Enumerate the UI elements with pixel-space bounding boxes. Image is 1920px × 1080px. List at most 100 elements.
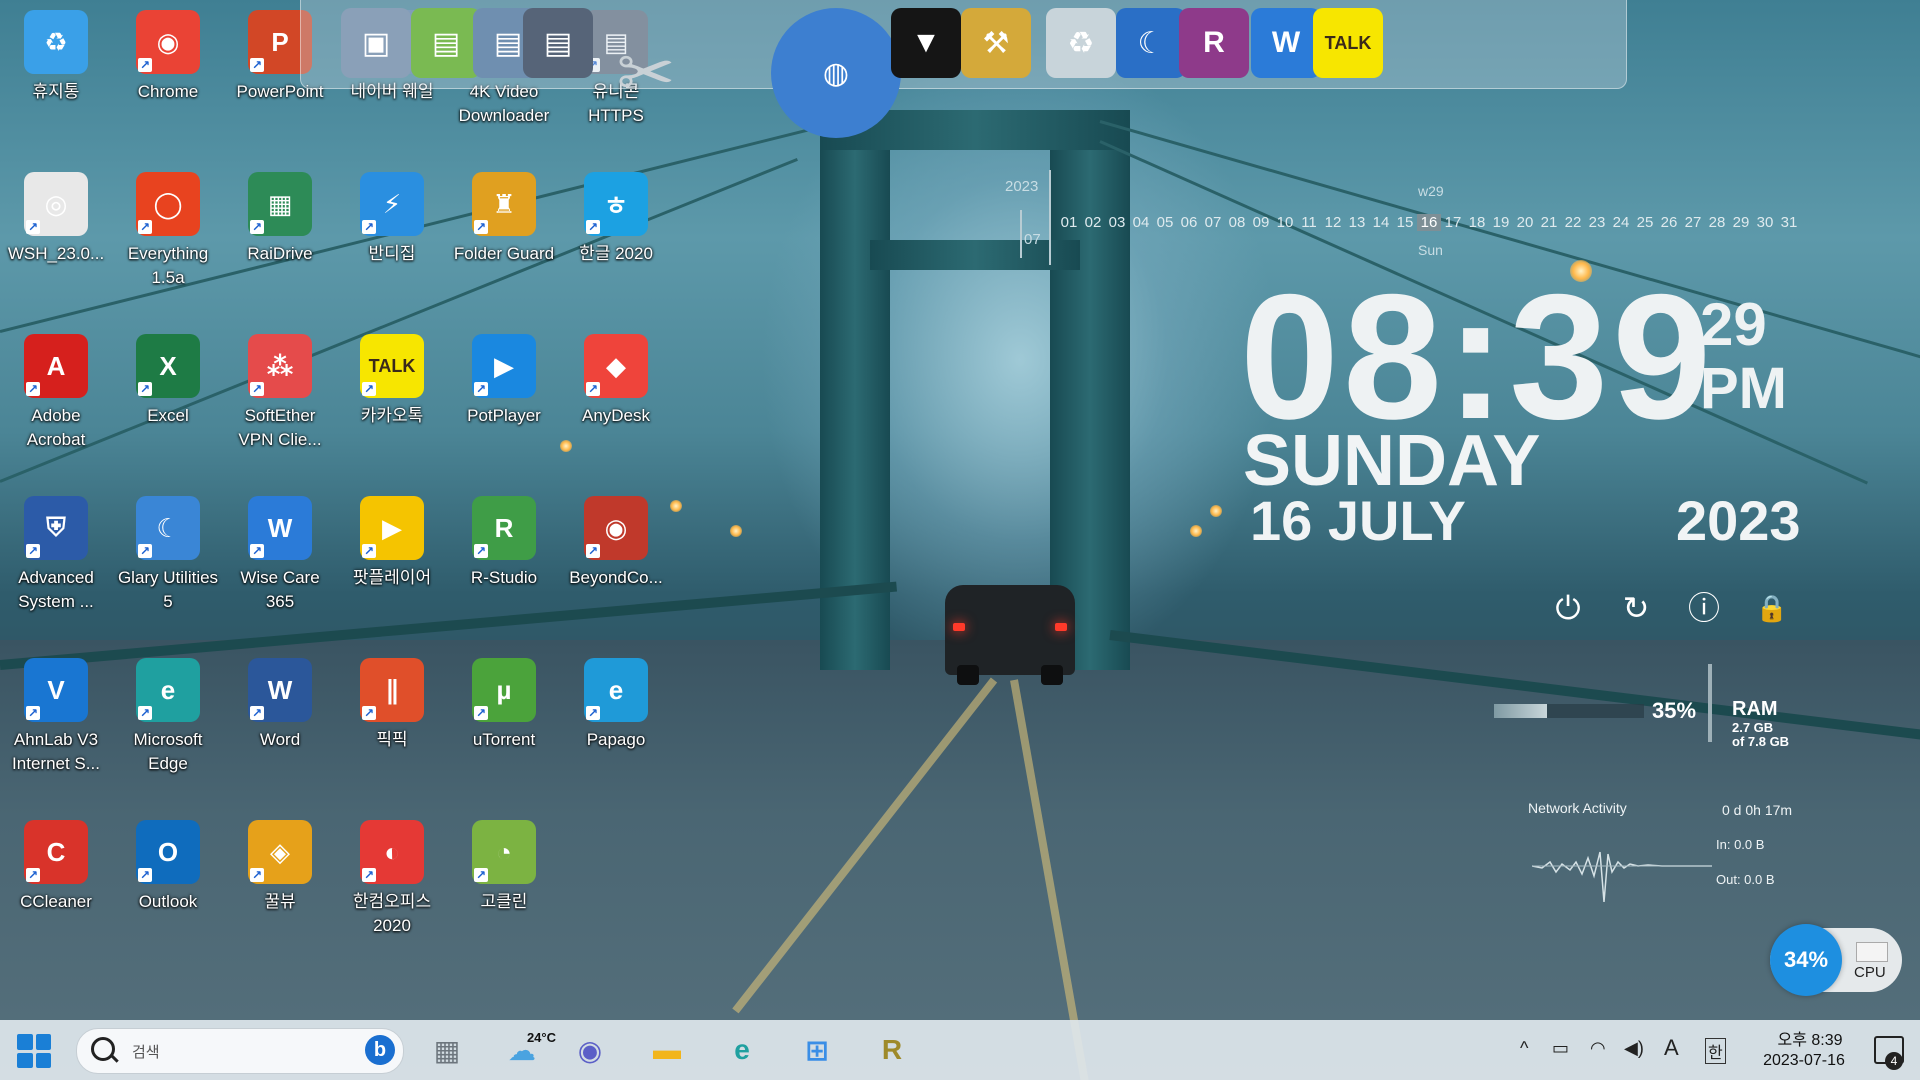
desktop-icon[interactable]: A ↗ Adobe Acrobat	[4, 328, 108, 452]
desktop-icon[interactable]: C ↗ CCleaner	[4, 814, 108, 914]
ram-percent: 35%	[1652, 698, 1697, 723]
taskbar-file-explorer-icon[interactable]: ▬	[645, 1030, 689, 1070]
clock-ampm: PM	[1700, 356, 1787, 421]
desktop-icon[interactable]: µ ↗ uTorrent	[452, 652, 556, 752]
calendar-day: 31	[1780, 214, 1798, 231]
desktop-icon[interactable]: R ↗ R-Studio	[452, 490, 556, 590]
raidrive-icon: ▦ ↗	[248, 172, 312, 236]
desktop-icon[interactable]: ◉ ↗ BeyondCo...	[564, 490, 668, 590]
battery-icon[interactable]: ▭	[1552, 1038, 1569, 1059]
wifi-icon[interactable]: ◠	[1590, 1038, 1606, 1059]
dock-hammer-tools-icon[interactable]: ⚒	[961, 8, 1031, 78]
desktop-icon[interactable]: W ↗ Word	[228, 652, 332, 752]
power-icon[interactable]: ⏻	[1548, 588, 1588, 628]
taskbar-edge-icon[interactable]: e	[720, 1030, 764, 1070]
anydesk-icon: ◆ ↗	[584, 334, 648, 398]
desktop-icon[interactable]: ◎ ↗ WSH_23.0...	[4, 166, 108, 266]
desktop-icon[interactable]: W ↗ Wise Care 365	[228, 490, 332, 614]
search-icon	[91, 1037, 115, 1061]
desktop-icon[interactable]: ⛨ ↗ Advanced System ...	[4, 490, 108, 614]
desktop-icon[interactable]: ◯ ↗ Everything 1.5a	[116, 166, 220, 290]
desktop-icon[interactable]: ◆ ↗ AnyDesk	[564, 328, 668, 428]
volume-icon[interactable]: ◀)	[1624, 1038, 1644, 1059]
taskbar-rar-archive-icon[interactable]: R	[870, 1030, 914, 1070]
desktop-icon[interactable]: ▶ ↗ 팟플레이어	[340, 490, 444, 590]
ram-divider	[1708, 664, 1712, 742]
kakaotalk-icon: TALK ↗	[360, 334, 424, 398]
dock-glary-utilities-icon[interactable]: ☾	[1116, 8, 1186, 78]
desktop-icon[interactable]: ♜ ↗ Folder Guard	[452, 166, 556, 266]
desktop-icon[interactable]: ▦ ↗ RaiDrive	[228, 166, 332, 266]
dock-tshirt-icon[interactable]: ▼	[891, 8, 961, 78]
taskbar-task-view-icon[interactable]: ▦	[425, 1030, 469, 1070]
taskbar-microsoft-store-icon[interactable]: ⊞	[795, 1030, 839, 1070]
calendar-day: 02	[1084, 214, 1102, 231]
desktop-icon-label: 휴지통	[32, 82, 80, 101]
search-box[interactable]: 검색 b	[76, 1028, 404, 1074]
dock-rar-archive-icon[interactable]: R	[1179, 8, 1249, 78]
desktop-icon[interactable]: X ↗ Excel	[116, 328, 220, 428]
calendar-month: 07	[1024, 231, 1041, 248]
dock-folder-green-icon[interactable]: ▤	[411, 8, 481, 78]
desktop-icon[interactable]: ☾ ↗ Glary Utilities 5	[116, 490, 220, 614]
shortcut-arrow-icon: ↗	[138, 706, 152, 720]
shortcut-arrow-icon: ↗	[138, 382, 152, 396]
network-in: In: 0.0 B	[1716, 837, 1765, 852]
shortcut-arrow-icon: ↗	[250, 382, 264, 396]
calendar-day: 17	[1444, 214, 1462, 231]
wise-care-icon: W ↗	[248, 496, 312, 560]
calendar-day: 29	[1732, 214, 1750, 231]
dock-recycle-bin-icon[interactable]: ♻	[1046, 8, 1116, 78]
bandizip-icon: ⚡ ↗	[360, 172, 424, 236]
desktop-icon[interactable]: ◈ ↗ 꿀뷰	[228, 814, 332, 914]
desktop-icon-label: Everything 1.5a	[127, 244, 209, 287]
dock-system-tools-icon[interactable]: ✂	[591, 8, 701, 138]
dock-kakaotalk-icon[interactable]: TALK	[1313, 8, 1383, 78]
desktop-icon[interactable]: TALK ↗ 카카오톡	[340, 328, 444, 428]
desktop-icon[interactable]: ◐ ↗ 한컴오피스 2020	[340, 814, 444, 938]
desktop-icon[interactable]: e ↗ Papago	[564, 652, 668, 752]
desktop-icon[interactable]: e ↗ Microsoft Edge	[116, 652, 220, 776]
dock-folder-dark-icon[interactable]: ▤	[523, 8, 593, 78]
dock-wise-care-icon[interactable]: W	[1251, 8, 1321, 78]
bing-icon[interactable]: b	[365, 1035, 395, 1065]
top-dock: ▣ ▤ ▤ ▤ ✂ ◍ ▼ ⚒ ♻ ☾ R W TALK	[300, 0, 1627, 138]
cpu-widget: 34% CPU	[1770, 924, 1902, 996]
desktop-icon[interactable]: V ↗ AhnLab V3 Internet S...	[4, 652, 108, 776]
potplayer-yellow-icon: ▶ ↗	[360, 496, 424, 560]
calendar-day: 16	[1417, 214, 1441, 231]
ime-mode[interactable]: A	[1664, 1035, 1679, 1061]
shortcut-arrow-icon: ↗	[362, 706, 376, 720]
desktop-icon[interactable]: ㅎ ↗ 한글 2020	[564, 166, 668, 266]
desktop-icon[interactable]: O ↗ Outlook	[116, 814, 220, 914]
everything-search-icon: ◯ ↗	[136, 172, 200, 236]
desktop-icon-label: Excel	[147, 406, 189, 425]
goclean-icon: ◔ ↗	[472, 820, 536, 884]
calendar-day: 30	[1756, 214, 1774, 231]
desktop-icon[interactable]: ∥ ↗ 픽픽	[340, 652, 444, 752]
desktop-icon[interactable]: ▶ ↗ PotPlayer	[452, 328, 556, 428]
desktop-icon[interactable]: ◔ ↗ 고클린	[452, 814, 556, 914]
calendar-day: 23	[1588, 214, 1606, 231]
desktop-icon[interactable]: ◉ ↗ Chrome	[116, 4, 220, 104]
lock-icon[interactable]: 🔒	[1752, 588, 1792, 628]
taskbar-time[interactable]: 오후 8:39	[1762, 1026, 1858, 1050]
desktop-icon[interactable]: ⚡ ↗ 반디집	[340, 166, 444, 266]
desktop-icon[interactable]: ⁂ ↗ SoftEther VPN Clie...	[228, 328, 332, 452]
restart-icon[interactable]: ↻	[1616, 588, 1656, 628]
start-button[interactable]	[17, 1034, 51, 1068]
weather-temperature[interactable]: 24°C	[516, 1030, 556, 1050]
desktop-icon[interactable]: ♻ 휴지통	[4, 4, 108, 104]
desktop-icon-label: Outlook	[138, 892, 198, 911]
shutdown-icon[interactable]: ⓘ	[1684, 588, 1724, 628]
shortcut-arrow-icon: ↗	[138, 58, 152, 72]
taskbar-teams-chat-icon[interactable]: ◉	[568, 1030, 612, 1070]
desktop-icon-label: 고클린	[480, 892, 528, 911]
shortcut-arrow-icon: ↗	[250, 868, 264, 882]
ime-language[interactable]: 한	[1705, 1038, 1726, 1064]
dock-globe-icon[interactable]: ◍	[771, 8, 901, 138]
desktop-icon-label: 한글 2020	[579, 244, 653, 263]
taskbar-date[interactable]: 2023-07-16	[1752, 1052, 1856, 1070]
chevron-up-icon[interactable]: ^	[1520, 1038, 1528, 1059]
dock-computer-network-icon[interactable]: ▣	[341, 8, 411, 78]
